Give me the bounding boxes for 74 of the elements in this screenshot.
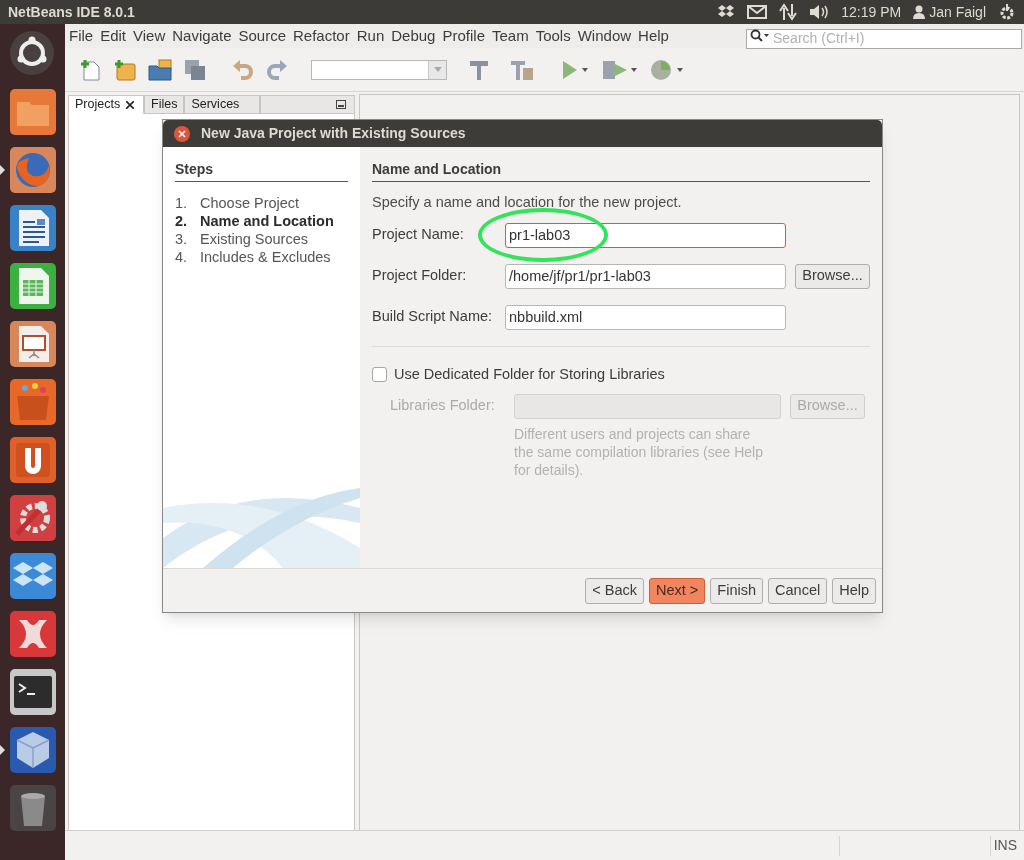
app-title: NetBeans IDE 8.0.1	[8, 2, 135, 22]
search-field[interactable]: Search (Ctrl+I)	[746, 28, 1022, 49]
dropbox-icon[interactable]	[717, 4, 736, 20]
menu-item[interactable]: File	[69, 24, 94, 48]
input-field[interactable]: nbbuild.xml	[505, 304, 786, 330]
menu-item[interactable]: Navigate	[172, 24, 232, 48]
menu-item[interactable]: Refactor	[293, 24, 350, 48]
field-label: Project Folder:	[372, 266, 468, 286]
user-name[interactable]: Jan Faigl	[929, 1, 986, 23]
dash-icon[interactable]	[8, 30, 57, 78]
shopping-bag-icon[interactable]	[8, 378, 57, 426]
wrench-gear-icon[interactable]	[8, 494, 57, 542]
section-heading: Name and Location	[372, 159, 870, 182]
document-icon[interactable]	[8, 204, 57, 252]
checkbox[interactable]	[372, 367, 387, 383]
wizard-step: 1. Choose Project	[175, 194, 348, 212]
menu-item[interactable]: Run	[356, 24, 385, 48]
checkbox-label[interactable]: Use Dedicated Folder for Storing Libraries	[394, 363, 665, 386]
intro-text: Specify a name and location for the new project.	[372, 193, 683, 212]
minimize-icon[interactable]	[336, 100, 346, 109]
menu-item[interactable]: Tools	[535, 24, 571, 48]
field-label: Build Script Name:	[372, 307, 494, 327]
wizard-step: 3. Existing Sources	[175, 230, 348, 248]
close-icon[interactable]	[126, 100, 135, 109]
browser-icon[interactable]	[8, 146, 57, 194]
cloud-u-icon[interactable]	[8, 436, 57, 484]
close-icon[interactable]	[173, 124, 191, 143]
steps-heading: Steps	[175, 159, 348, 182]
wizard-step: 4. Includes & Excludes	[175, 248, 348, 266]
folder-icon[interactable]	[8, 88, 57, 136]
open-box-icon[interactable]	[8, 552, 57, 600]
tab[interactable]: Projects	[68, 95, 144, 114]
menu-item[interactable]: Source	[238, 24, 286, 48]
dialog-button[interactable]: Finish	[710, 577, 764, 604]
menu-item[interactable]: Debug	[391, 24, 436, 48]
tab[interactable]: Services	[184, 95, 261, 114]
tab[interactable]: Files	[144, 95, 185, 114]
open-project-icon[interactable]	[147, 57, 173, 82]
menu-item[interactable]: Edit	[100, 24, 127, 48]
input-field[interactable]: pr1-lab03	[505, 222, 786, 248]
trash-icon[interactable]	[8, 784, 57, 832]
new-file-icon[interactable]	[79, 57, 103, 82]
input-field[interactable]: /home/jf/pr1/pr1-lab03	[505, 263, 786, 289]
save-all-icon[interactable]	[183, 57, 207, 82]
power-gear-icon[interactable]	[998, 3, 1016, 21]
menu-item[interactable]: View	[133, 24, 166, 48]
cube-icon[interactable]	[8, 726, 57, 774]
dialog-button[interactable]: Cancel	[768, 577, 828, 604]
clock[interactable]: 12:19 PM	[841, 1, 902, 23]
spreadsheet-icon[interactable]	[8, 262, 57, 310]
caret-icon	[433, 67, 442, 72]
menu-item[interactable]: Team	[492, 24, 529, 48]
insert-mode-indicator: INS	[993, 836, 1018, 855]
menu-item[interactable]: Profile	[442, 24, 485, 48]
network-icon[interactable]	[779, 3, 798, 21]
menu-item[interactable]: Window	[577, 24, 632, 48]
user-icon[interactable]	[913, 5, 926, 19]
browse-button[interactable]: Browse...	[795, 263, 870, 289]
dialog-button[interactable]: Help	[832, 577, 876, 604]
field-label: Libraries Folder:	[389, 396, 496, 416]
dialog-button[interactable]: < Back	[585, 577, 645, 604]
dialog-button[interactable]: Next >	[649, 577, 706, 604]
wizard-step: 2. Name and Location	[175, 212, 348, 230]
new-project-icon[interactable]	[113, 57, 137, 82]
search-icon[interactable]	[750, 29, 770, 43]
presentation-icon[interactable]	[8, 320, 57, 368]
mail-icon[interactable]	[747, 5, 768, 19]
note-text: Different users and projects can share the same compilation libraries (see Help for details).	[514, 424, 764, 479]
menu-item[interactable]: Help	[638, 24, 669, 48]
field-label: Project Name:	[372, 225, 465, 245]
terminal-icon[interactable]	[8, 668, 57, 716]
cross-icon[interactable]	[8, 610, 57, 658]
dialog-title: New Java Project with Existing Sources	[201, 124, 466, 143]
volume-icon[interactable]	[809, 4, 830, 20]
